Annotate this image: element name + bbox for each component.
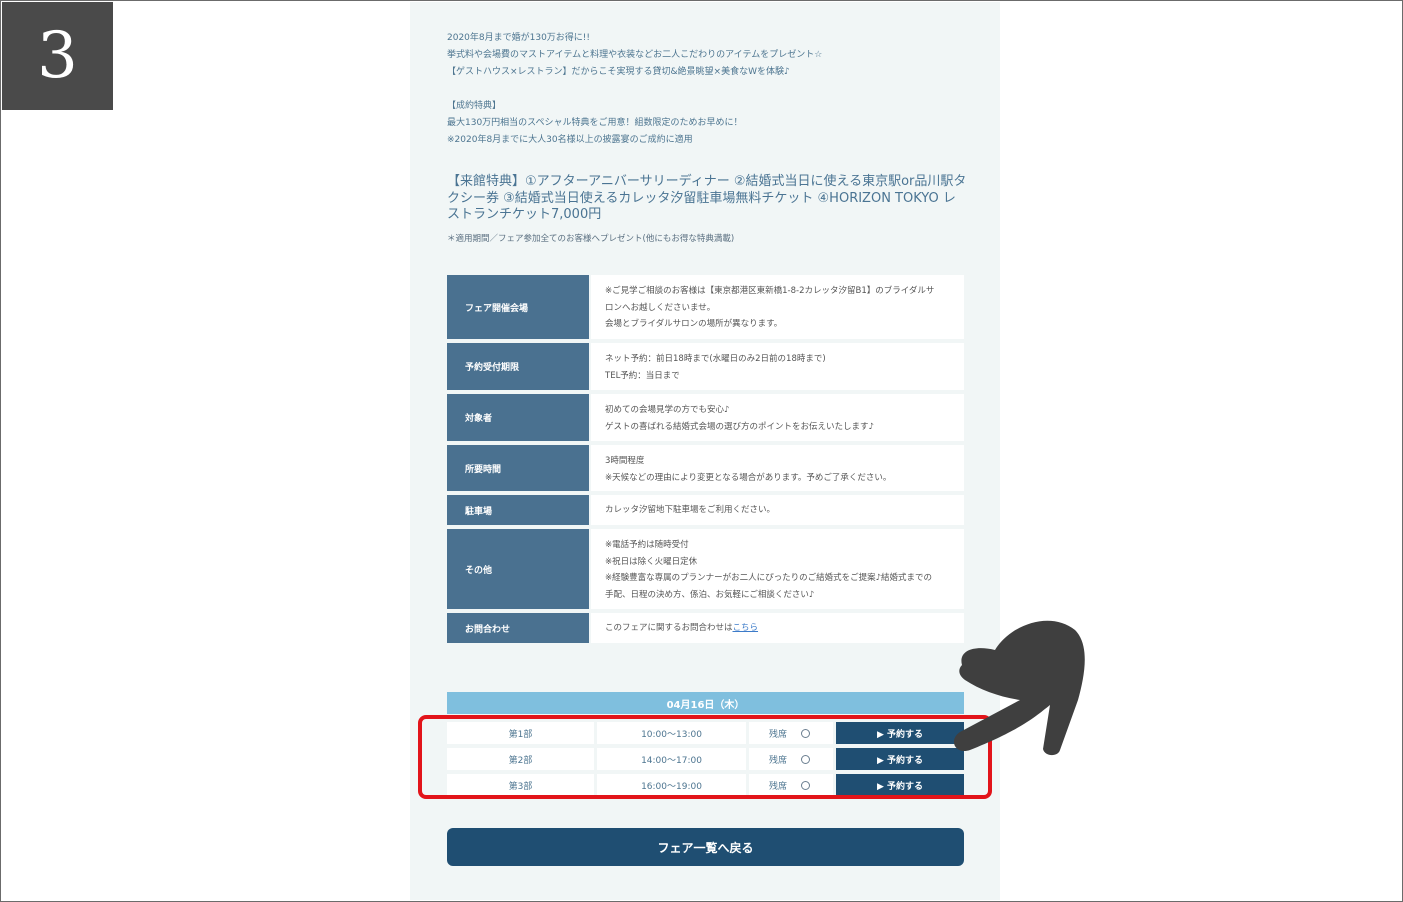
highlight-box: [418, 715, 992, 799]
info-label: 駐車場: [447, 495, 589, 525]
fair-info-table: フェア開催会場 ※ご見学ご相談のお客様は【東京都港区東新橋1-8-2カレッタ汐留…: [447, 275, 964, 647]
info-line: カレッタ汐留地下駐車場をご利用ください。: [605, 505, 776, 515]
info-value: ※ご見学ご相談のお客様は【東京都港区東新橋1-8-2カレッタ汐留B1】のブライダ…: [591, 275, 964, 339]
step-number-badge: 3: [2, 2, 113, 110]
info-row-deadline: 予約受付期限 ネット予約：前日18時まで(水曜日のみ2日前の18時まで) TEL…: [447, 343, 964, 390]
info-line: TEL予約：当日まで: [605, 370, 680, 381]
intro-line: 2020年8月まで婚が130万お得に!!: [447, 33, 591, 43]
info-label: 所要時間: [447, 445, 589, 491]
intro-line: 挙式料や会場費のマストアイテムと料理や衣装などお二人こだわりのアイテムをプレゼン…: [447, 50, 823, 60]
info-line: 3時間程度: [605, 456, 645, 466]
visit-benefit-headline: 【来館特典】①アフターアニバーサリーディナー ②結婚式当日に使える東京駅or品川…: [447, 174, 967, 222]
intro-line: ※2020年8月までに大人30名様以上の披露宴のご成約に適用: [447, 135, 693, 145]
info-line: ネット予約：前日18時まで(水曜日のみ2日前の18時まで): [605, 354, 826, 364]
info-label: その他: [447, 529, 589, 609]
info-line: 初めての会場見学の方でも安心♪: [605, 405, 730, 415]
info-value: ※電話予約は随時受付 ※祝日は除く火曜日定休 ※経験豊富な専属のプランナーがお二…: [591, 529, 964, 609]
info-label: 予約受付期限: [447, 343, 589, 390]
intro-line: 【ゲストハウス×レストラン】だからこそ実現する貸切&絶景眺望×美食なWを体験♪: [447, 67, 790, 77]
info-label: フェア開催会場: [447, 275, 589, 339]
info-label: お問合わせ: [447, 613, 589, 643]
info-row-duration: 所要時間 3時間程度 ※天候などの理由により変更となる場合があります。予めご了承…: [447, 445, 964, 491]
info-line: ※電話予約は随時受付: [605, 540, 689, 550]
info-line: 会場とブライダルサロンの場所が異なります。: [605, 319, 783, 329]
info-value: 3時間程度 ※天候などの理由により変更となる場合があります。予めご了承ください。: [591, 445, 964, 491]
info-label: 対象者: [447, 394, 589, 441]
info-line: ゲストの喜ばれる結婚式会場の選び方のポイントをお伝えいたします♪: [605, 421, 874, 432]
info-line: ロンへお越しくださいませ。: [605, 302, 716, 313]
info-row-contact: お問合わせ このフェアに関するお問合わせはこちら: [447, 613, 964, 643]
hand-pointer-icon: [953, 620, 1085, 756]
info-value: このフェアに関するお問合わせはこちら: [591, 613, 964, 643]
info-line: ※ご見学ご相談のお客様は【東京都港区東新橋1-8-2カレッタ汐留B1】のブライダ…: [605, 286, 935, 296]
info-row-other: その他 ※電話予約は随時受付 ※祝日は除く火曜日定休 ※経験豊富な専属のプランナ…: [447, 529, 964, 609]
info-value: カレッタ汐留地下駐車場をご利用ください。: [591, 495, 964, 525]
benefit-note: ＊適用期間／フェア参加全てのお客様へプレゼント(他にもお得な特典満載): [447, 234, 735, 244]
info-line: ※祝日は除く火曜日定休: [605, 556, 698, 567]
intro-line: 【成約特典】: [447, 101, 502, 111]
info-row-parking: 駐車場 カレッタ汐留地下駐車場をご利用ください。: [447, 495, 964, 525]
info-row-target: 対象者 初めての会場見学の方でも安心♪ ゲストの喜ばれる結婚式会場の選び方のポイ…: [447, 394, 964, 441]
info-value: ネット予約：前日18時まで(水曜日のみ2日前の18時まで) TEL予約：当日まで: [591, 343, 964, 390]
info-row-venue: フェア開催会場 ※ご見学ご相談のお客様は【東京都港区東新橋1-8-2カレッタ汐留…: [447, 275, 964, 339]
info-line: ※天候などの理由により変更となる場合があります。予めご了承ください。: [605, 472, 892, 483]
intro-line: 最大130万円相当のスペシャル特典をご用意！組数限定のためお早めに！: [447, 118, 743, 128]
date-header: 04月16日（木）: [447, 692, 964, 714]
intro-text: 2020年8月まで婚が130万お得に!! 挙式料や会場費のマストアイテムと料理や…: [447, 30, 967, 149]
info-line: 手配、日程の決め方、係泊、お気軽にご相談ください♪: [605, 589, 815, 600]
contact-text: このフェアに関するお問合わせは: [605, 623, 733, 633]
info-line: ※経験豊富な専属のプランナーがお二人にぴったりのご結婚式をご提案♪結婚式までの: [605, 573, 933, 583]
info-value: 初めての会場見学の方でも安心♪ ゲストの喜ばれる結婚式会場の選び方のポイントをお…: [591, 394, 964, 441]
back-to-fair-list-button[interactable]: フェア一覧へ戻る: [447, 828, 964, 866]
contact-link[interactable]: こちら: [733, 623, 759, 633]
